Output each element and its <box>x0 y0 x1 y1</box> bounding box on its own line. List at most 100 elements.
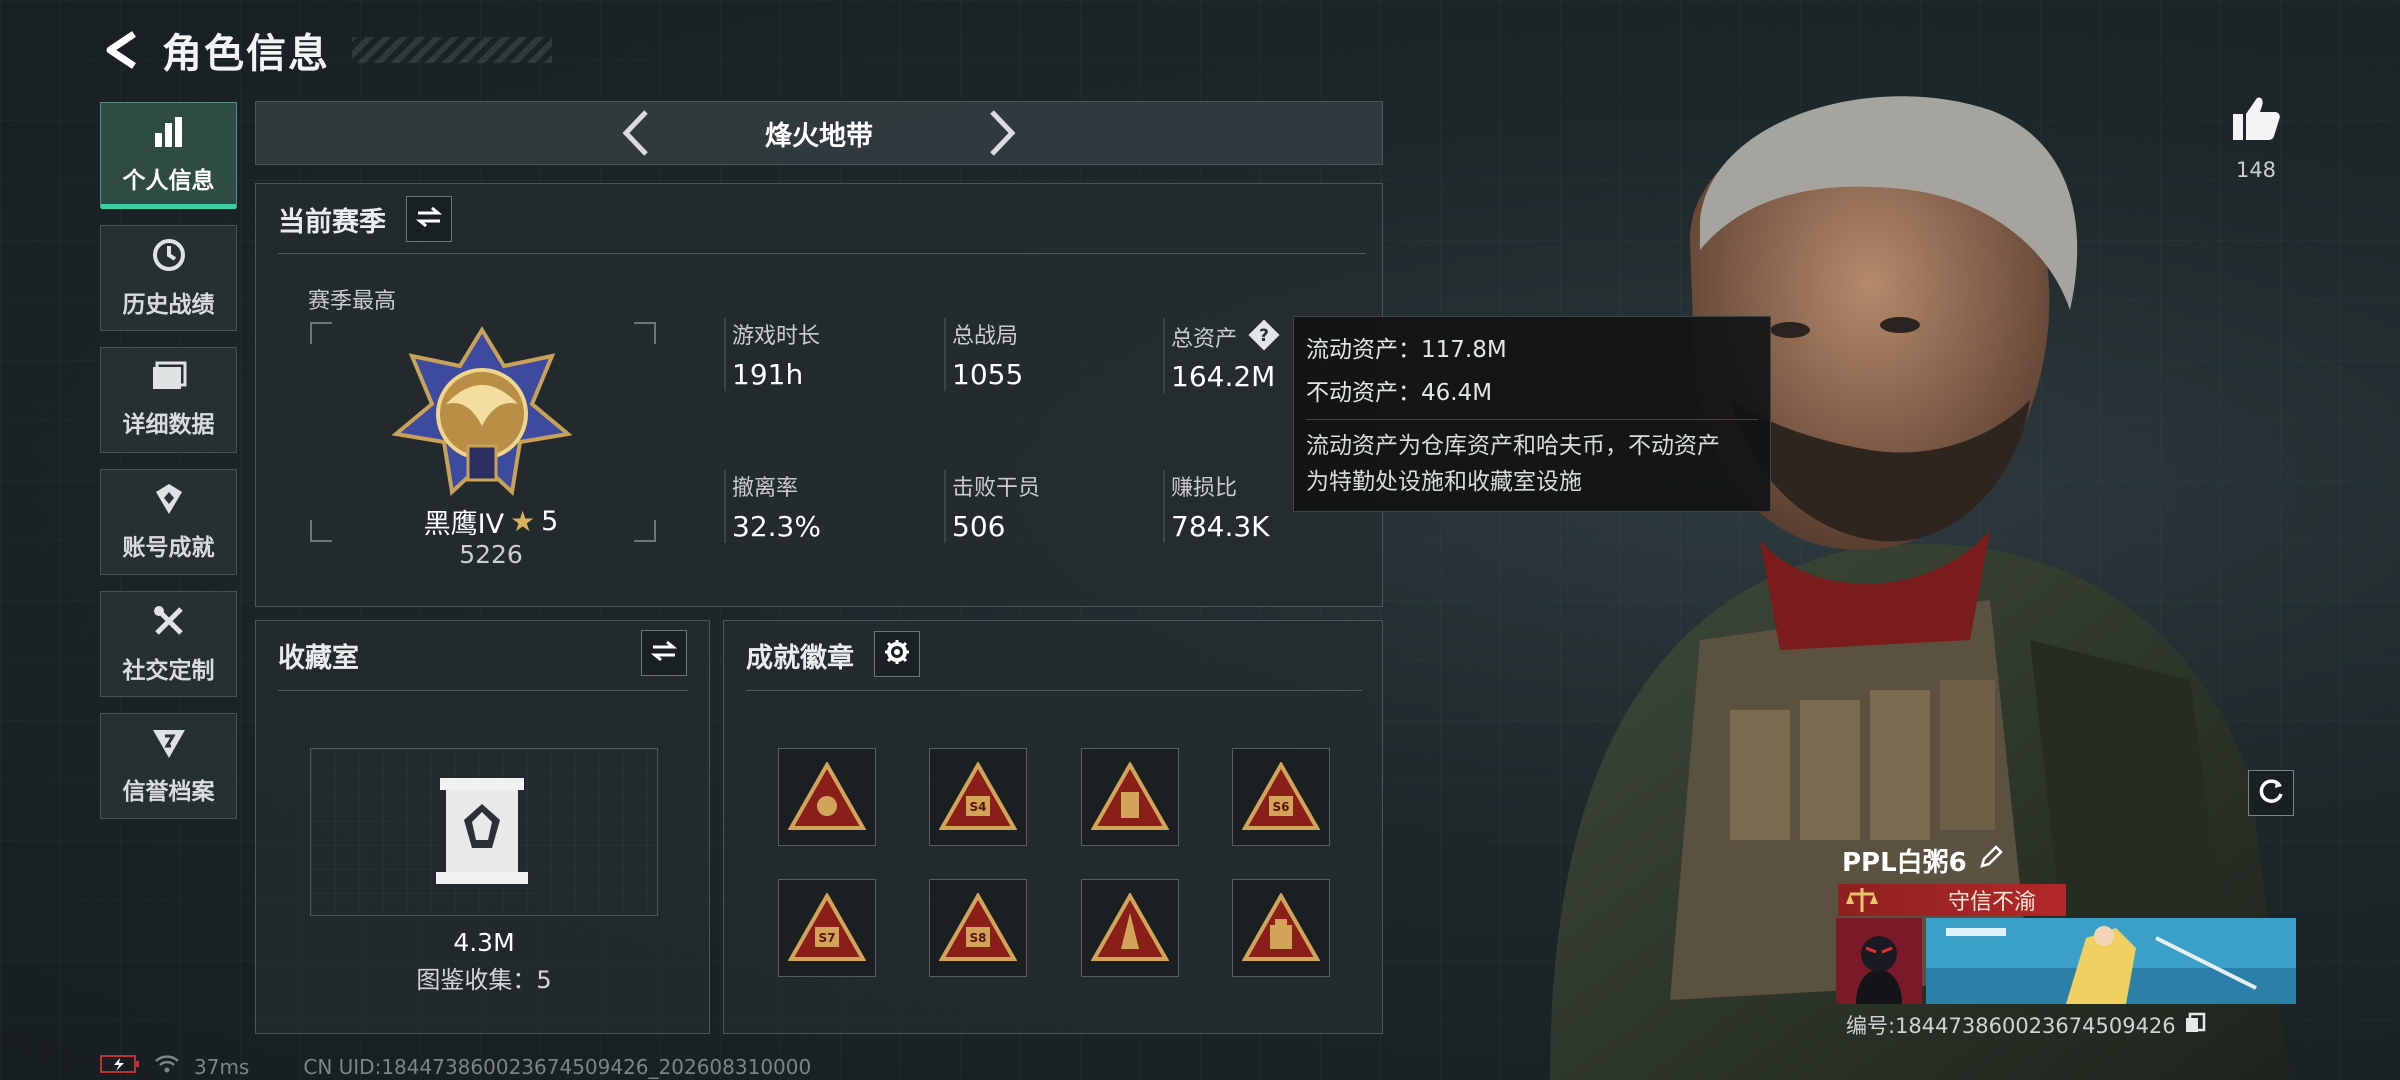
svg-text:S4: S4 <box>970 800 987 814</box>
sidebar-item-label: 详细数据 <box>122 412 215 438</box>
display-case-icon <box>434 776 530 890</box>
player-name: PPL白粥6 <box>1842 848 1967 878</box>
sidebar-item-label: 个人信息 <box>122 168 215 194</box>
stat-label: 赚损比 <box>1171 476 1238 501</box>
stat-kills: 击败干员 506 <box>944 470 1040 543</box>
tooltip-description-line: 流动资产为仓库资产和哈夫币，不动资产 <box>1306 433 1720 459</box>
achievement-badge[interactable]: S4 <box>929 748 1027 846</box>
season-divider <box>278 253 1366 254</box>
tools-icon <box>151 603 187 643</box>
history-clock-icon <box>151 237 187 277</box>
frame-corner <box>634 520 656 542</box>
achievement-divider <box>746 690 1362 691</box>
player-id-row: 编号:184473860023674509426 <box>1846 1010 2206 1040</box>
sidebar-item-social[interactable]: 社交定制 <box>100 591 237 697</box>
player-id: 编号:184473860023674509426 <box>1846 1014 2176 1038</box>
player-banner[interactable] <box>1836 918 2296 1004</box>
achievement-badge[interactable]: S6 <box>1232 748 1330 846</box>
stat-label: 总资产 <box>1171 327 1238 352</box>
achievement-badge[interactable]: S7 <box>778 879 876 977</box>
rank-points: 5226 <box>459 540 523 569</box>
stat-value: 506 <box>952 510 1006 543</box>
like-button[interactable] <box>2228 96 2284 146</box>
bar-chart-icon <box>152 115 186 153</box>
rotate-character-button[interactable] <box>2248 770 2294 816</box>
back-arrow-icon[interactable] <box>100 28 144 72</box>
thumbs-up-icon <box>2231 97 2281 146</box>
svg-text:S6: S6 <box>1273 800 1290 814</box>
tooltip-description-line: 为特勤处设施和收藏室设施 <box>1306 469 1582 495</box>
player-title-badge: 守信不渝 <box>1838 884 2066 916</box>
achievement-badge[interactable] <box>778 748 876 846</box>
like-count: 148 <box>2235 158 2277 182</box>
stat-label: 游戏时长 <box>732 324 821 349</box>
swap-icon <box>415 206 443 232</box>
sidebar-item-label: 历史战绩 <box>122 292 215 318</box>
svg-text:S8: S8 <box>970 931 987 945</box>
stat-playtime: 游戏时长 191h <box>724 318 820 391</box>
help-question-icon[interactable]: ? <box>1247 318 1281 356</box>
achievement-badge[interactable] <box>1081 879 1179 977</box>
achievement-badge[interactable] <box>1232 879 1330 977</box>
collection-switch-button[interactable] <box>641 630 687 676</box>
assets-tooltip: 流动资产：117.8M 不动资产：46.4M 流动资产为仓库资产和哈夫币，不动资… <box>1293 316 1771 512</box>
stat-label: 撤离率 <box>732 476 799 501</box>
frame-corner <box>310 322 332 344</box>
achievement-settings-button[interactable] <box>874 631 920 677</box>
tooltip-liquid-assets: 流动资产：117.8M <box>1306 337 1507 363</box>
stat-label: 击败干员 <box>952 476 1041 501</box>
map-selector: 烽火地带 <box>255 101 1383 165</box>
ping-value: 37ms <box>194 1054 250 1079</box>
achievement-badge[interactable]: S8 <box>929 879 1027 977</box>
stat-value: 784.3K <box>1171 510 1270 543</box>
achievement-icon <box>152 482 186 520</box>
collection-count: 图鉴收集：5 <box>416 966 552 994</box>
sidebar-item-history[interactable]: 历史战绩 <box>100 225 237 331</box>
achievement-badge[interactable] <box>1081 748 1179 846</box>
stat-value: 1055 <box>952 358 1024 391</box>
stat-value: 32.3% <box>732 510 821 543</box>
scales-icon <box>1844 886 1880 918</box>
collection-value: 4.3M <box>453 928 515 957</box>
edit-pencil-icon[interactable] <box>1979 845 2003 876</box>
stat-profit-ratio: 赚损比 784.3K <box>1163 470 1270 543</box>
frame-corner <box>634 322 656 344</box>
page-title: 角色信息 <box>162 31 330 77</box>
stat-value: 191h <box>732 358 804 391</box>
sidebar-item-label: 账号成就 <box>122 535 215 561</box>
folder-icon <box>151 361 187 397</box>
page-header: 角色信息 <box>100 22 552 78</box>
sidebar-item-details[interactable]: 详细数据 <box>100 347 237 453</box>
header-decoration <box>352 37 552 63</box>
chevron-left-icon[interactable] <box>618 108 654 158</box>
copy-icon[interactable] <box>2184 1012 2206 1039</box>
season-best-label: 赛季最高 <box>308 289 397 314</box>
season-switch-button[interactable] <box>406 196 452 242</box>
sidebar-item-label: 信誉档案 <box>122 779 215 805</box>
player-title: 守信不渝 <box>1948 890 2037 915</box>
stat-extraction-rate: 撤离率 32.3% <box>724 470 821 543</box>
swap-icon <box>650 640 678 666</box>
map-name: 烽火地带 <box>765 120 873 152</box>
credit-shield-icon <box>151 726 187 764</box>
sidebar-item-personal-info[interactable]: 个人信息 <box>100 102 237 209</box>
collection-divider <box>278 690 688 691</box>
stat-total-assets: 总资产 ? 164.2M <box>1163 318 1281 393</box>
stat-value: 164.2M <box>1171 360 1276 393</box>
stat-label: 总战局 <box>952 324 1019 349</box>
rank-line: 黑鹰IV ★ 5 <box>408 502 574 541</box>
sidebar-item-achievements[interactable]: 账号成就 <box>100 469 237 575</box>
rank-name: 黑鹰IV <box>423 509 505 540</box>
rank-stars: 5 <box>541 506 559 537</box>
tooltip-divider <box>1306 419 1758 420</box>
sidebar-item-credit[interactable]: 信誉档案 <box>100 713 237 819</box>
rank-emblem-icon <box>391 326 573 506</box>
sidebar-item-label: 社交定制 <box>122 658 215 684</box>
svg-text:S7: S7 <box>819 931 836 945</box>
player-name-row: PPL白粥6 <box>1842 842 2003 879</box>
stat-total-matches: 总战局 1055 <box>944 318 1023 391</box>
chevron-right-icon[interactable] <box>984 108 1020 158</box>
season-title: 当前赛季 <box>278 207 386 238</box>
refresh-icon <box>2256 776 2286 810</box>
svg-text:?: ? <box>1259 326 1269 346</box>
